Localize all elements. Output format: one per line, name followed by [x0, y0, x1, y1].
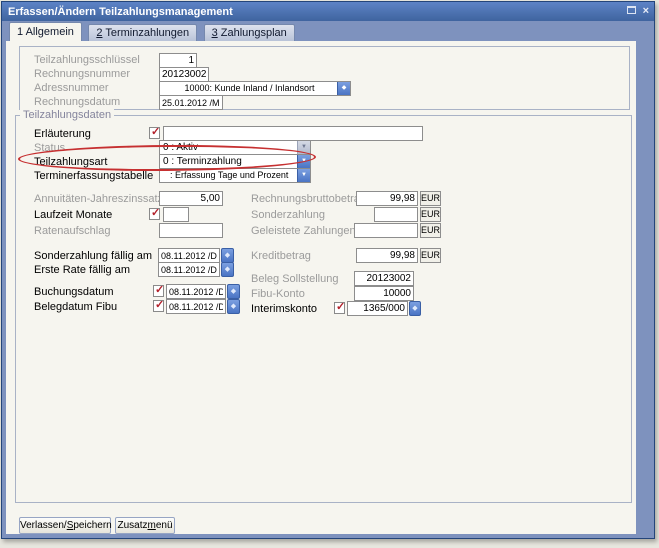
erlaeuterung-field[interactable] — [163, 126, 423, 141]
ratenaufschlag-field[interactable] — [159, 223, 223, 238]
geleistete-zahlungen-label: Geleistete Zahlungen — [251, 225, 356, 238]
sonderzahlung-label: Sonderzahlung — [251, 209, 325, 222]
teilzahlungsschluessel-label: Teilzahlungsschlüssel — [34, 54, 140, 67]
spinner-icon[interactable]: ◆ — [337, 82, 350, 95]
close-icon[interactable]: × — [643, 6, 649, 17]
geleistete-zahlungen-unit: EUR — [420, 223, 441, 238]
restore-icon[interactable] — [627, 6, 636, 17]
check-icon: ✓ — [336, 300, 345, 313]
belegdatum-fibu-field[interactable] — [166, 299, 226, 314]
rechnungsdatum-label: Rechnungsdatum — [34, 96, 120, 109]
spinner-icon[interactable]: ◆ — [221, 248, 234, 263]
button-text: Zusatz — [117, 520, 147, 531]
annuitaeten-jahreszinssatz-field[interactable] — [159, 191, 223, 206]
beleg-sollstellung-label: Beleg Sollstellung — [251, 273, 338, 286]
laufzeit-monate-checkbox[interactable]: ✓ — [149, 208, 160, 220]
teilzahlungsdaten-legend: Teilzahlungsdaten — [20, 109, 114, 121]
belegdatum-fibu-checkbox[interactable]: ✓ — [153, 300, 164, 312]
laufzeit-monate-field[interactable] — [163, 207, 189, 222]
spinner-icon[interactable]: ◆ — [221, 262, 234, 277]
sonderzahlung-faellig-am-field[interactable] — [158, 248, 220, 263]
tab-label: Allgemein — [23, 26, 74, 38]
check-icon: ✓ — [151, 206, 160, 219]
erste-rate-faellig-am-field[interactable] — [158, 262, 220, 277]
tab-strip: 1 Allgemein 2 Terminzahlungen 3 Zahlungs… — [6, 21, 636, 41]
erlaeuterung-label: Erläuterung — [34, 128, 91, 141]
buchungsdatum-label: Buchungsdatum — [34, 286, 114, 299]
check-icon: ✓ — [155, 283, 164, 296]
status-combo[interactable]: 0 : Aktiv ▼ — [159, 140, 311, 155]
interimskonto-checkbox[interactable]: ✓ — [334, 302, 345, 314]
spinner-icon[interactable]: ◆ — [227, 284, 240, 299]
buchungsdatum-field[interactable] — [166, 284, 226, 299]
check-icon: ✓ — [151, 125, 160, 138]
rechnungsdatum-field[interactable] — [159, 95, 223, 110]
dropdown-arrow-icon[interactable]: ▼ — [297, 169, 310, 182]
dropdown-arrow-icon: ▼ — [297, 141, 310, 154]
tab-terminzahlungen[interactable]: 2 Terminzahlungen — [88, 24, 197, 41]
belegdatum-fibu-label: Belegdatum Fibu — [34, 301, 117, 314]
interimskonto-label: Interimskonto — [251, 303, 317, 316]
rechnungsbruttobetrag-unit: EUR — [420, 191, 441, 206]
button-text: peichern — [73, 520, 111, 531]
check-icon: ✓ — [155, 298, 164, 311]
fibu-konto-field[interactable] — [354, 286, 414, 301]
title-bar: Erfassen/Ändern Teilzahlungsmanagement × — [2, 2, 654, 21]
kreditbetrag-label: Kreditbetrag — [251, 250, 311, 263]
teilzahlungsart-combo[interactable]: 0 : Terminzahlung ▼ — [159, 154, 311, 169]
buchungsdatum-checkbox[interactable]: ✓ — [153, 285, 164, 297]
annuitaeten-jahreszinssatz-label: Annuitäten-Jahreszinssatz — [34, 193, 163, 206]
terminerfassungstabelle-value: : Erfassung Tage und Prozent — [170, 169, 296, 182]
geleistete-zahlungen-field[interactable] — [354, 223, 418, 238]
verlassen-speichern-button[interactable]: Verlassen/Speichern — [19, 517, 111, 534]
fibu-konto-label: Fibu-Konto — [251, 288, 305, 301]
button-text: Verlassen/ — [20, 520, 67, 531]
adressnummer-value: 10000: Kunde Inland / Inlandsort — [163, 82, 336, 95]
spinner-icon[interactable]: ◆ — [409, 301, 421, 316]
kreditbetrag-unit: EUR — [420, 248, 441, 263]
tab-allgemein[interactable]: 1 Allgemein — [9, 22, 82, 41]
rechnungsbruttobetrag-field[interactable] — [356, 191, 418, 206]
tab-label: Terminzahlungen — [102, 27, 189, 39]
window-controls: × — [627, 6, 649, 17]
button-text: enü — [156, 520, 173, 531]
rechnungsnummer-field[interactable] — [159, 67, 209, 82]
rechnungsbruttobetrag-label: Rechnungsbruttobetrag — [251, 193, 366, 206]
erste-rate-faellig-am-label: Erste Rate fällig am — [34, 264, 130, 277]
teilzahlungsschluessel-field[interactable] — [159, 53, 197, 68]
beleg-sollstellung-field[interactable] — [354, 271, 414, 286]
tab-page-allgemein: Teilzahlungsschlüssel Rechnungsnummer Ad… — [6, 41, 636, 534]
adressnummer-label: Adressnummer — [34, 82, 109, 95]
sonderzahlung-field[interactable] — [374, 207, 418, 222]
interimskonto-field[interactable] — [347, 301, 408, 316]
window-title: Erfassen/Ändern Teilzahlungsmanagement — [8, 6, 233, 18]
status-label: Status — [34, 142, 65, 155]
teilzahlungsart-value: 0 : Terminzahlung — [163, 155, 296, 168]
terminerfassungstabelle-label: Terminerfassungstabelle — [34, 170, 153, 183]
rechnungsnummer-label: Rechnungsnummer — [34, 68, 130, 81]
erlaeuterung-checkbox[interactable]: ✓ — [149, 127, 160, 139]
restore-glyph — [627, 6, 636, 14]
button-mnemonic: m — [147, 520, 155, 531]
terminerfassungstabelle-combo[interactable]: : Erfassung Tage und Prozent ▼ — [159, 168, 311, 183]
kreditbetrag-field[interactable] — [356, 248, 418, 263]
adressnummer-combo[interactable]: 10000: Kunde Inland / Inlandsort ◆ — [159, 81, 351, 96]
teilzahlungsart-label: Teilzahlungsart — [34, 156, 107, 169]
window-content: 1 Allgemein 2 Terminzahlungen 3 Zahlungs… — [6, 21, 636, 534]
ratenaufschlag-label: Ratenaufschlag — [34, 225, 110, 238]
zusatzmenu-button[interactable]: Zusatzmenü — [115, 517, 175, 534]
dialog-window: Erfassen/Ändern Teilzahlungsmanagement ×… — [1, 1, 655, 539]
dropdown-arrow-icon[interactable]: ▼ — [297, 155, 310, 168]
status-value: 0 : Aktiv — [163, 141, 296, 154]
tab-zahlungsplan[interactable]: 3 Zahlungsplan — [204, 24, 295, 41]
sonderzahlung-unit: EUR — [420, 207, 441, 222]
laufzeit-monate-label: Laufzeit Monate — [34, 209, 112, 222]
sonderzahlung-faellig-am-label: Sonderzahlung fällig am — [34, 250, 152, 263]
spinner-icon[interactable]: ◆ — [227, 299, 240, 314]
tab-label: Zahlungsplan — [218, 27, 287, 39]
